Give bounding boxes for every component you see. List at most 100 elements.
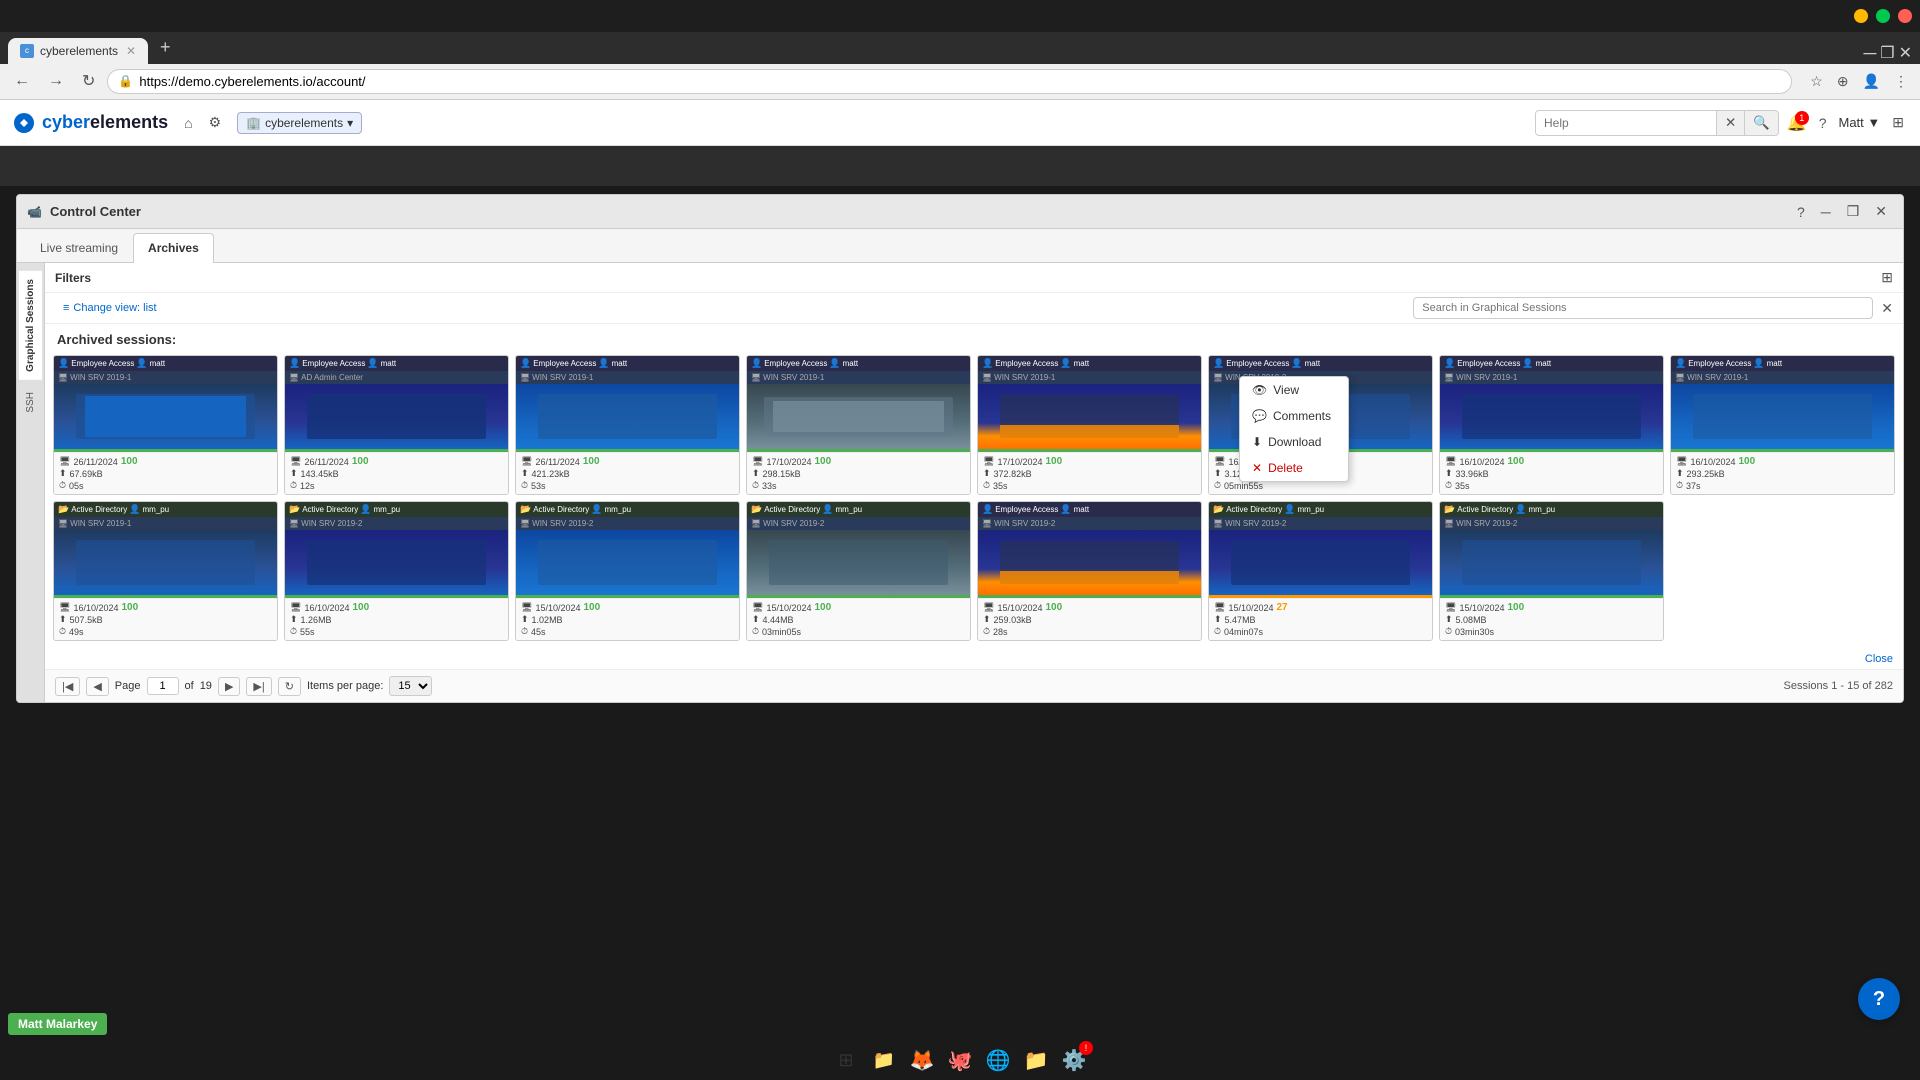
page-last-btn[interactable]: ▶| (246, 677, 271, 696)
sidebar-graphical-sessions[interactable]: Graphical Sessions (19, 271, 42, 380)
tab-close-btn[interactable]: ✕ (126, 44, 136, 58)
user-menu-btn[interactable]: Matt ▼ (1839, 115, 1881, 130)
home-icon-btn[interactable]: ⌂ (180, 111, 196, 135)
context-menu: 👁 View 💬 Comments ⬇ Download (1239, 376, 1349, 482)
control-center-panel: 📹 Control Center ? ─ ❒ ✕ Live streaming … (16, 194, 1904, 703)
app-header: cyberelements ⌂ ⚙ 🏢 cyberelements ▾ ✕ 🔍 … (0, 100, 1920, 146)
session-card-11[interactable]: 📂Active Directory👤mm_pu 🖥WIN SRV 2019-2 … (515, 501, 740, 641)
list-icon: ≡ (63, 302, 69, 314)
page-next-btn[interactable]: ▶ (218, 677, 240, 696)
panel-sidebar: Graphical Sessions SSH (17, 263, 45, 702)
view-change-btn[interactable]: ≡ Change view: list (55, 298, 165, 318)
help-header-btn[interactable]: ? (1815, 111, 1831, 135)
items-per-page-select[interactable]: 15 25 50 (389, 676, 432, 696)
close-label[interactable]: Close (1865, 653, 1893, 665)
panel-restore-btn[interactable]: ❒ (1841, 201, 1866, 222)
session-card-5[interactable]: 👤Employee Access👤matt 🖥WIN SRV 2019-1 🖥1… (977, 355, 1202, 495)
notification-btn[interactable]: 🔔 1 (1787, 113, 1807, 133)
settings-icon-btn[interactable]: ⚙ (205, 110, 226, 135)
session-card-8[interactable]: 👤Employee Access👤matt 🖥WIN SRV 2019-1 🖥1… (1670, 355, 1895, 495)
browser-minimize-btn[interactable]: ─ (1863, 43, 1876, 64)
session-card-1[interactable]: 👤 Employee Access 👤 matt 🖥 WIN SRV 2019-… (53, 355, 278, 495)
extensions-btn[interactable]: ⊕ (1833, 69, 1853, 94)
browser-tab-active[interactable]: c cyberelements ✕ (8, 38, 148, 64)
browser-restore-btn[interactable]: ❒ (1880, 43, 1894, 63)
panel-camera-icon: 📹 (27, 205, 42, 219)
session-card-2[interactable]: 👤Employee Access👤matt 🖥AD Admin Center 🖥… (284, 355, 509, 495)
of-label: of (185, 680, 194, 692)
lock-icon: 🔒 (118, 74, 133, 88)
refresh-button[interactable]: ↻ (76, 67, 101, 95)
session-card-4[interactable]: 👤Employee Access👤matt 🖥WIN SRV 2019-1 🖥1… (746, 355, 971, 495)
session-card-14[interactable]: 📂Active Directory👤mm_pu 🖥WIN SRV 2019-2 … (1208, 501, 1433, 641)
tab-label: cyberelements (40, 44, 118, 58)
context-menu-delete[interactable]: ✕ Delete (1240, 455, 1348, 481)
filters-expand-btn[interactable]: ⊞ (1881, 269, 1893, 286)
session-card-9[interactable]: 📂Active Directory👤mm_pu 🖥WIN SRV 2019-1 … (53, 501, 278, 641)
session-card-12[interactable]: 📂Active Directory👤mm_pu 🖥WIN SRV 2019-2 … (746, 501, 971, 641)
search-clear-btn[interactable]: ✕ (1881, 300, 1893, 317)
header-search-btn[interactable]: ✕ (1716, 111, 1744, 135)
bookmark-btn[interactable]: ☆ (1806, 69, 1827, 94)
taskbar-notif-badge: ! (1079, 1041, 1093, 1055)
address-bar[interactable] (139, 74, 1781, 89)
card-thumbnail-7 (1440, 384, 1663, 452)
card-user-icon: 👤 (58, 358, 69, 369)
context-menu-download[interactable]: ⬇ Download (1240, 429, 1348, 455)
page-refresh-btn[interactable]: ↻ (278, 677, 301, 696)
panel-tabs: Live streaming Archives (17, 229, 1903, 263)
org-dropdown-icon: ▾ (347, 116, 353, 130)
session-card-10[interactable]: 📂Active Directory👤mm_pu 🖥WIN SRV 2019-2 … (284, 501, 509, 641)
session-card-3[interactable]: 👤Employee Access👤matt 🖥WIN SRV 2019-1 🖥2… (515, 355, 740, 495)
session-card-13[interactable]: 👤Employee Access👤matt 🖥WIN SRV 2019-2 🖥1… (977, 501, 1202, 641)
browser-tabs: c cyberelements ✕ + ─ ❒ ✕ (0, 32, 1920, 64)
tab-archives[interactable]: Archives (133, 233, 214, 263)
main-panel-content: Filters ⊞ ≡ Change view: list ✕ Archived… (45, 263, 1903, 702)
taskbar-firefox-btn[interactable]: 🦊 (907, 1045, 937, 1075)
tab-live-streaming[interactable]: Live streaming (25, 233, 133, 262)
settings-btn[interactable]: ⋮ (1890, 69, 1912, 94)
window-minimize[interactable] (1854, 9, 1868, 23)
logo-text: cyberelements (42, 112, 168, 133)
page-prev-btn[interactable]: ◀ (86, 677, 108, 696)
profile-btn[interactable]: 👤 (1859, 69, 1884, 94)
card-header-1: 👤 Employee Access 👤 matt (54, 356, 277, 371)
taskbar-settings-btn[interactable]: ⚙️ ! (1059, 1045, 1089, 1075)
window-restore[interactable] (1876, 9, 1890, 23)
taskbar-icon-4[interactable]: 🐙 (945, 1045, 975, 1075)
forward-button[interactable]: → (42, 68, 70, 94)
help-fab-btn[interactable]: ? (1858, 978, 1900, 1020)
card-thumbnail-9 (54, 530, 277, 598)
page-number-input[interactable] (147, 677, 179, 695)
org-badge[interactable]: 🏢 cyberelements ▾ (237, 112, 362, 134)
taskbar-browser-btn[interactable]: 🌐 (983, 1045, 1013, 1075)
context-menu-view[interactable]: 👁 View (1240, 377, 1348, 403)
window-close[interactable] (1898, 9, 1912, 23)
back-button[interactable]: ← (8, 68, 36, 94)
taskbar-explorer-btn[interactable]: 📁 (869, 1045, 899, 1075)
context-menu-comments[interactable]: 💬 Comments (1240, 403, 1348, 429)
taskbar-start-btn[interactable]: ⊞ (831, 1045, 861, 1075)
header-search-submit[interactable]: 🔍 (1744, 111, 1778, 135)
browser-close-btn[interactable]: ✕ (1899, 43, 1912, 63)
taskbar-folder-btn[interactable]: 📁 (1021, 1045, 1051, 1075)
session-card-6[interactable]: 👤Employee Access👤matt 🖥WIN SRV 2019-2 🖥1… (1208, 355, 1433, 495)
panel-help-btn[interactable]: ? (1791, 201, 1811, 222)
panel-close-btn[interactable]: ✕ (1869, 201, 1893, 222)
grid-view-btn[interactable]: ⊞ (1888, 110, 1908, 135)
header-search-input[interactable] (1536, 112, 1716, 134)
panel-minimize-btn[interactable]: ─ (1815, 201, 1837, 222)
desktop-area (0, 146, 1920, 186)
page-first-btn[interactable]: |◀ (55, 677, 80, 696)
address-bar-container[interactable]: 🔒 (107, 69, 1792, 94)
sessions-search-input[interactable] (1413, 297, 1873, 319)
notification-badge: 1 (1795, 111, 1809, 125)
session-card-7[interactable]: 👤Employee Access👤matt 🖥WIN SRV 2019-1 🖥1… (1439, 355, 1664, 495)
sidebar-ssh[interactable]: SSH (19, 384, 42, 421)
download-icon: ⬇ (1252, 435, 1262, 449)
card-footer-1: 🖥 26/11/2024 100 ⬆ 67.69kB ⏱ 05s (54, 452, 277, 494)
new-tab-button[interactable]: + (152, 33, 179, 62)
header-search[interactable]: ✕ 🔍 (1535, 110, 1779, 136)
session-card-15[interactable]: 📂Active Directory👤mm_pu 🖥WIN SRV 2019-2 … (1439, 501, 1664, 641)
org-label: cyberelements (265, 116, 343, 130)
